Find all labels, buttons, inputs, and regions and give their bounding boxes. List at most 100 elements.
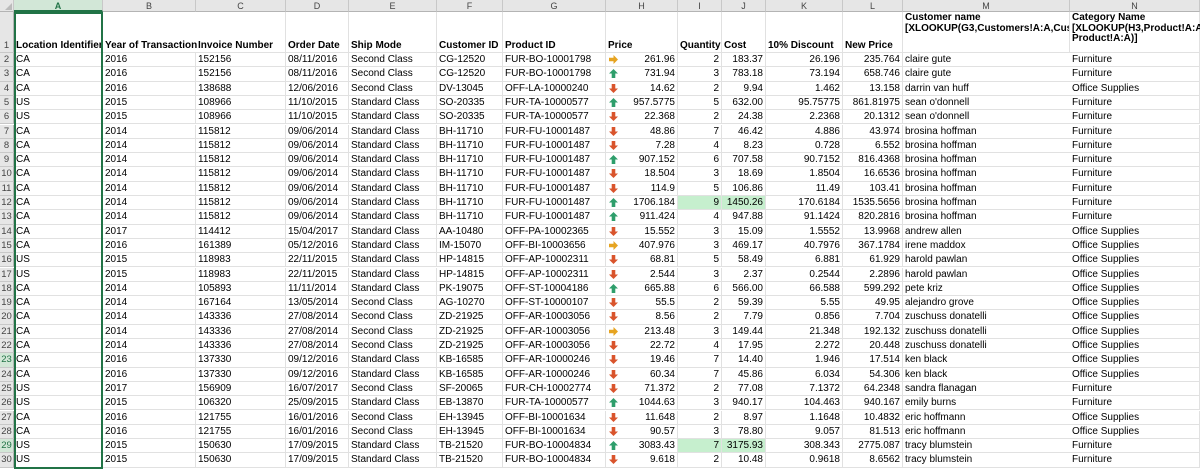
cell-inv-row-15[interactable]: 161389 [196,238,286,254]
cell-qty-row-13[interactable]: 4 [678,210,722,225]
column-header-j[interactable]: J [722,0,766,12]
header-cell-price[interactable]: Price [606,12,678,53]
cell-qty-row-9[interactable]: 6 [678,153,722,168]
cell-prod-row-18[interactable]: OFF-ST-10004186 [503,281,606,297]
cell-ship-row-22[interactable]: Second Class [349,339,437,354]
row-header-14[interactable]: 14 [0,224,14,239]
column-header-m[interactable]: M [903,0,1070,12]
cell-prod-row-2[interactable]: FUR-BO-10001798 [503,53,606,68]
row-header-12[interactable]: 12 [0,196,14,211]
cell-loc-row-4[interactable]: CA [14,81,103,96]
column-header-a[interactable]: A [14,0,103,12]
cell-cust-row-9[interactable]: BH-11710 [437,153,503,168]
cell-price-row-26[interactable]: 1044.63 [606,396,678,411]
column-header-c[interactable]: C [196,0,286,12]
select-all-corner[interactable] [0,0,14,12]
cell-cost-row-7[interactable]: 46.42 [722,124,766,139]
cell-cost-row-28[interactable]: 78.80 [722,424,766,440]
cell-disc-row-15[interactable]: 40.7976 [766,238,843,254]
cell-price-row-10[interactable]: 18.504 [606,167,678,182]
cell-name-row-2[interactable]: claire gute [903,53,1070,68]
cell-name-row-20[interactable]: zuschuss donatelli [903,310,1070,325]
header-cell-customer-id[interactable]: Customer ID [437,12,503,53]
cell-loc-row-29[interactable]: US [14,439,103,454]
cell-year-row-15[interactable]: 2016 [103,238,196,254]
cell-prod-row-12[interactable]: FUR-FU-10001487 [503,196,606,211]
cell-price-row-18[interactable]: 665.88 [606,281,678,297]
cell-cost-row-17[interactable]: 2.37 [722,267,766,282]
cell-cat-row-25[interactable]: Furniture [1070,381,1200,397]
cell-cat-row-14[interactable]: Office Supplies [1070,224,1200,239]
cell-date-row-19[interactable]: 13/05/2014 [286,296,349,311]
cell-date-row-7[interactable]: 09/06/2014 [286,124,349,139]
cell-prod-row-23[interactable]: OFF-AR-10000246 [503,353,606,368]
cell-loc-row-6[interactable]: US [14,110,103,125]
cell-disc-row-29[interactable]: 308.343 [766,439,843,454]
cell-prod-row-11[interactable]: FUR-FU-10001487 [503,181,606,196]
cell-loc-row-26[interactable]: US [14,396,103,411]
cell-name-row-4[interactable]: darrin van huff [903,82,1070,96]
cell-ship-row-9[interactable]: Standard Class [349,153,437,168]
cell-cust-row-22[interactable]: ZD-21925 [437,339,503,354]
cell-year-row-11[interactable]: 2014 [103,181,196,196]
cell-cat-row-13[interactable]: Furniture [1070,210,1200,225]
cell-ship-row-24[interactable]: Standard Class [349,367,437,382]
cell-qty-row-4[interactable]: 2 [678,81,722,96]
cell-ship-row-11[interactable]: Standard Class [349,181,437,196]
cell-ship-row-18[interactable]: Standard Class [349,281,437,297]
cell-cost-row-12[interactable]: 1450.26 [722,196,766,211]
cell-cost-row-5[interactable]: 632.00 [722,95,766,111]
row-header-4[interactable]: 4 [0,81,14,96]
cell-cost-row-30[interactable]: 10.48 [722,453,766,468]
cell-qty-row-3[interactable]: 3 [678,67,722,82]
cell-qty-row-11[interactable]: 5 [678,181,722,196]
cell-disc-row-19[interactable]: 5.55 [766,296,843,311]
cell-cost-row-23[interactable]: 14.40 [722,353,766,368]
cell-name-row-19[interactable]: alejandro grove [903,296,1070,311]
cell-loc-row-12[interactable]: CA [14,196,103,211]
row-header-26[interactable]: 26 [0,396,14,411]
cell-disc-row-6[interactable]: 2.2368 [766,110,843,125]
cell-ship-row-28[interactable]: Second Class [349,424,437,440]
cell-date-row-15[interactable]: 05/12/2016 [286,238,349,254]
cell-inv-row-13[interactable]: 115812 [196,210,286,225]
cell-qty-row-14[interactable]: 3 [678,224,722,239]
cell-qty-row-5[interactable]: 5 [678,95,722,111]
cell-date-row-21[interactable]: 27/08/2014 [286,324,349,339]
cell-cat-row-7[interactable]: Furniture [1070,124,1200,139]
cell-cat-row-2[interactable]: Furniture [1070,53,1200,68]
row-header-22[interactable]: 22 [0,339,14,354]
cell-ship-row-23[interactable]: Standard Class [349,353,437,368]
cell-cust-row-17[interactable]: HP-14815 [437,267,503,282]
cell-prod-row-20[interactable]: OFF-AR-10003056 [503,310,606,325]
cell-date-row-12[interactable]: 09/06/2014 [286,196,349,211]
row-header-21[interactable]: 21 [0,324,14,339]
column-header-n[interactable]: N [1070,0,1200,12]
cell-price-row-17[interactable]: 2.544 [606,267,678,282]
cell-cat-row-24[interactable]: Office Supplies [1070,367,1200,382]
cell-name-row-14[interactable]: andrew allen [903,225,1070,239]
cell-cat-row-20[interactable]: Office Supplies [1070,310,1200,325]
cell-ship-row-3[interactable]: Second Class [349,67,437,82]
cell-inv-row-25[interactable]: 156909 [196,381,286,397]
cell-inv-row-23[interactable]: 137330 [196,353,286,368]
cell-inv-row-22[interactable]: 143336 [196,339,286,354]
column-header-k[interactable]: K [766,0,843,12]
cell-cost-row-9[interactable]: 707.58 [722,153,766,168]
cell-cust-row-11[interactable]: BH-11710 [437,181,503,196]
cell-disc-row-8[interactable]: 0.728 [766,138,843,154]
cell-cost-row-21[interactable]: 149.44 [722,324,766,339]
cell-disc-row-13[interactable]: 91.1424 [766,210,843,225]
cell-newp-row-4[interactable]: 13.158 [843,81,903,96]
cell-cost-row-15[interactable]: 469.17 [722,238,766,254]
cell-ship-row-14[interactable]: Standard Class [349,224,437,239]
cell-disc-row-28[interactable]: 9.057 [766,424,843,440]
cell-newp-row-19[interactable]: 49.95 [843,296,903,311]
cell-inv-row-3[interactable]: 152156 [196,67,286,82]
cell-qty-row-8[interactable]: 4 [678,138,722,154]
row-header-18[interactable]: 18 [0,281,14,297]
cell-price-row-4[interactable]: 14.62 [606,81,678,96]
cell-loc-row-13[interactable]: CA [14,210,103,225]
cell-price-row-25[interactable]: 71.372 [606,381,678,397]
cell-disc-row-2[interactable]: 26.196 [766,53,843,68]
